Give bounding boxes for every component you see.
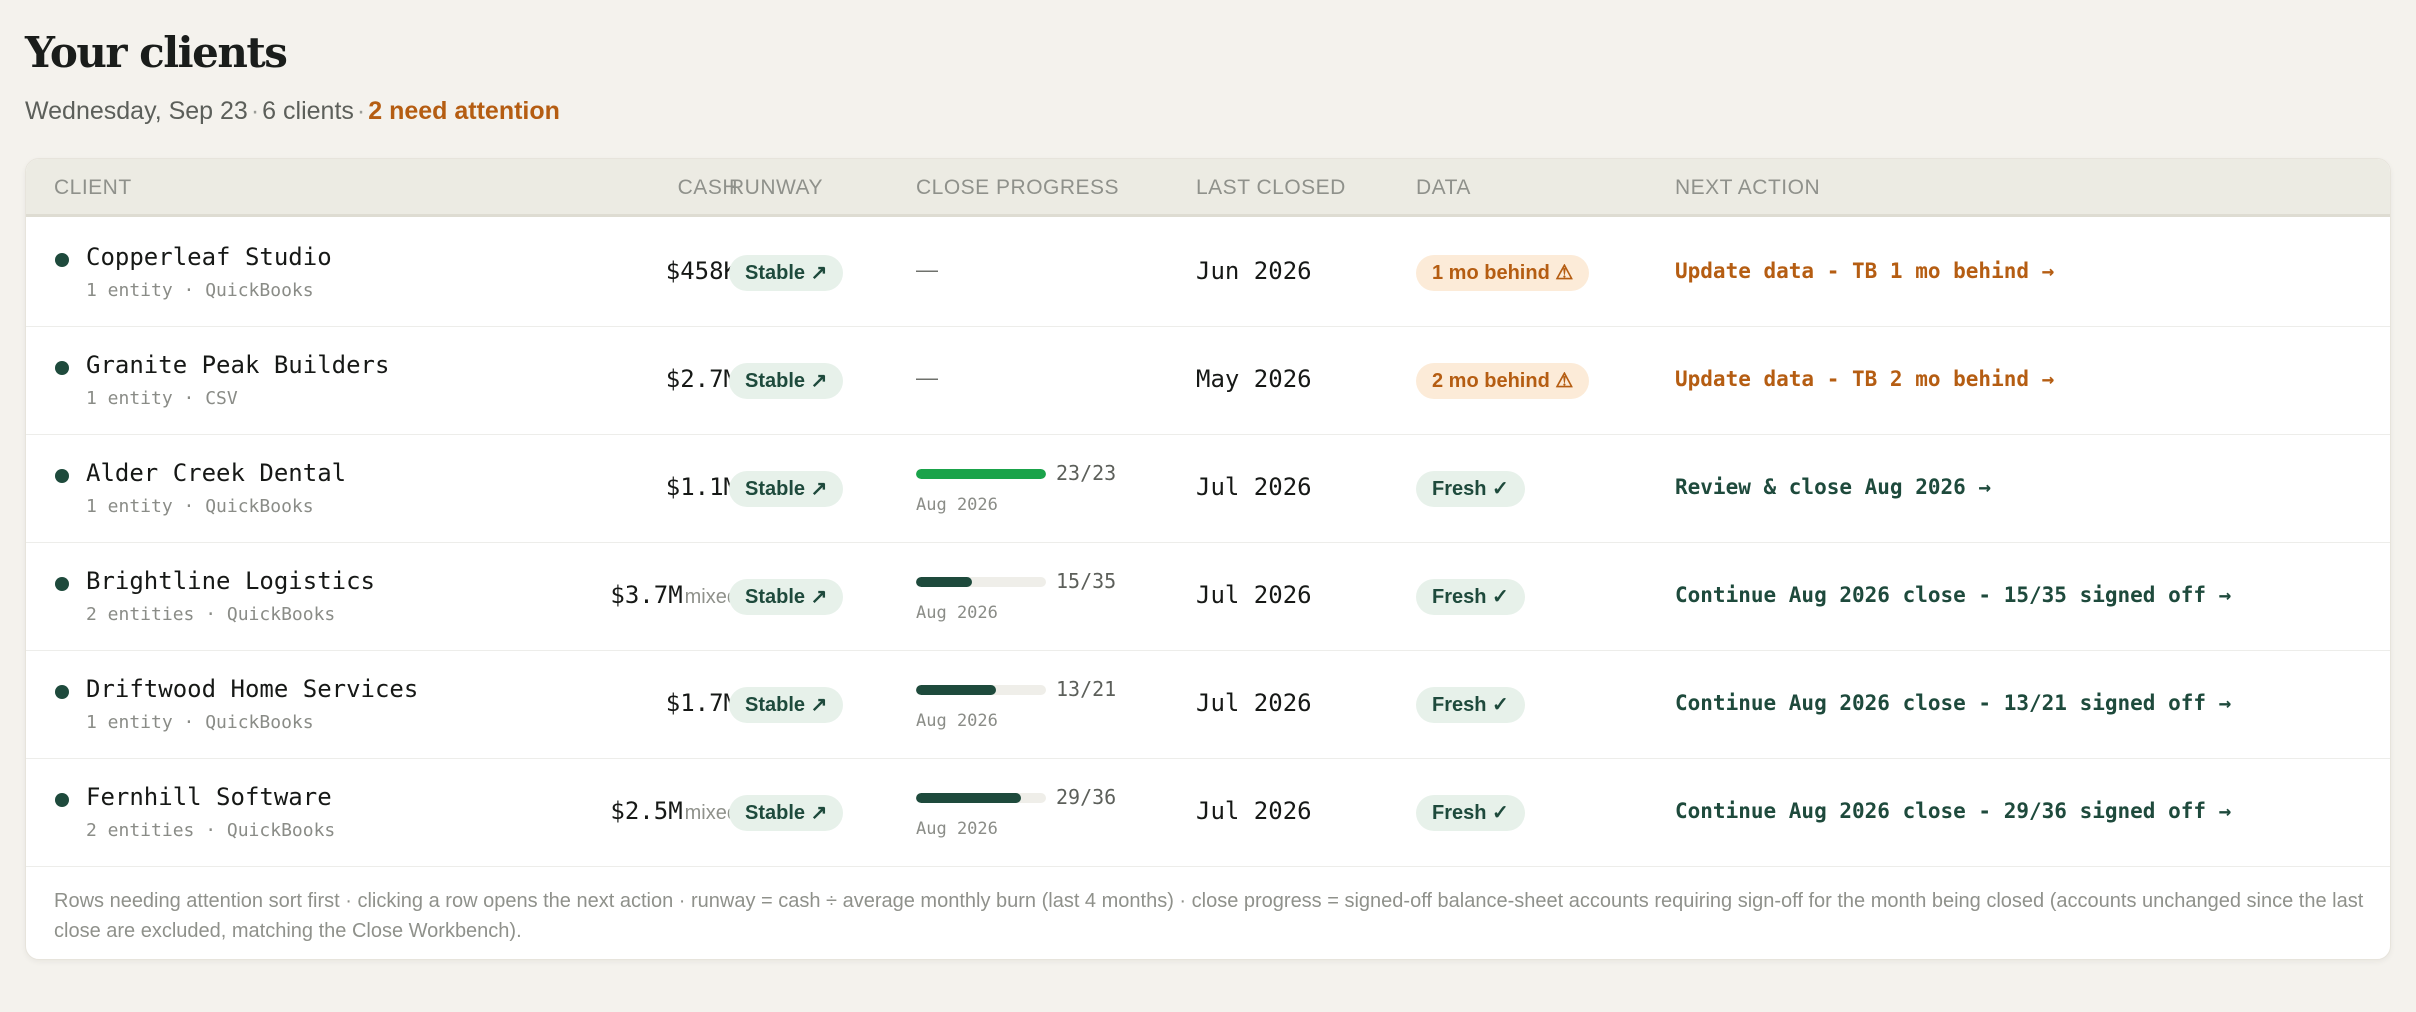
client-meta: 2 entities · QuickBooks: [86, 820, 336, 841]
cash-cell: $1.1M: [666, 473, 738, 501]
client-meta: 2 entities · QuickBooks: [86, 604, 336, 625]
header-client[interactable]: CLIENT: [54, 176, 132, 200]
close-progress-month: Aug 2026: [916, 495, 998, 515]
runway-badge: Stable ↗: [729, 687, 844, 723]
data-status-badge: Fresh ✓: [1416, 579, 1525, 615]
table-row[interactable]: Brightline Logistics 2 entities · QuickBo…: [26, 543, 2390, 651]
last-closed: Jul 2026: [1196, 473, 1312, 501]
next-action-link[interactable]: Update data - TB 2 mo behind →: [1675, 367, 2054, 391]
table-row[interactable]: Alder Creek Dental 1 entity · QuickBooks $…: [26, 435, 2390, 543]
data-status-badge: Fresh ✓: [1416, 795, 1525, 831]
close-progress-fill: [916, 685, 997, 695]
cash-value: $1.1M: [665, 473, 738, 501]
close-progress-count: 15/35: [1056, 569, 1117, 593]
data-status-badge: Fresh ✓: [1416, 687, 1525, 723]
table-row[interactable]: Copperleaf Studio 1 entity · QuickBooks $4…: [26, 219, 2390, 327]
client-meta: 1 entity · CSV: [86, 388, 238, 409]
data-status-badge: 1 mo behind ⚠: [1416, 255, 1590, 291]
client-count: 6 clients: [262, 97, 354, 125]
table-header: CLIENT CASH RUNWAY CLOSE PROGRESS LAST C…: [26, 159, 2390, 217]
close-progress-month: Aug 2026: [916, 603, 998, 623]
cash-value: $2.7M: [665, 365, 738, 393]
status-dot-icon: [55, 793, 69, 807]
cash-value: $1.7M: [665, 689, 738, 717]
client-meta: 1 entity · QuickBooks: [86, 712, 314, 733]
runway-badge: Stable ↗: [729, 579, 844, 615]
close-progress-count: 23/23: [1056, 461, 1117, 485]
header-runway[interactable]: RUNWAY: [729, 176, 823, 200]
table-row[interactable]: Driftwood Home Services 1 entity · QuickB…: [26, 651, 2390, 759]
close-progress-bar: [916, 685, 1046, 695]
close-progress-count: 13/21: [1056, 677, 1117, 701]
client-name[interactable]: Alder Creek Dental: [86, 459, 346, 487]
table-row[interactable]: Granite Peak Builders 1 entity · CSV $2.7M…: [26, 327, 2390, 435]
cash-cell: $458K: [666, 257, 738, 285]
runway-badge: Stable ↗: [729, 471, 844, 507]
client-name[interactable]: Granite Peak Builders: [86, 351, 389, 379]
close-progress-bar: [916, 793, 1046, 803]
data-status-badge: Fresh ✓: [1416, 471, 1525, 507]
cash-cell: $3.7M mixed: [610, 581, 738, 609]
next-action-link[interactable]: Continue Aug 2026 close - 13/21 signed o…: [1675, 691, 2231, 715]
status-dot-icon: [55, 253, 69, 267]
next-action-link[interactable]: Update data - TB 1 mo behind →: [1675, 259, 2054, 283]
next-action-link[interactable]: Continue Aug 2026 close - 29/36 signed o…: [1675, 799, 2231, 823]
status-dot-icon: [55, 685, 69, 699]
close-progress-empty: —: [916, 257, 938, 282]
next-action-link[interactable]: Continue Aug 2026 close - 15/35 signed o…: [1675, 583, 2231, 607]
cash-value: $2.5M: [610, 797, 683, 825]
close-progress-month: Aug 2026: [916, 711, 998, 731]
current-date: Wednesday, Sep 23: [25, 97, 248, 125]
clients-table: CLIENT CASH RUNWAY CLOSE PROGRESS LAST C…: [25, 158, 2391, 960]
last-closed: May 2026: [1196, 365, 1312, 393]
header-data[interactable]: DATA: [1416, 176, 1471, 200]
next-action-link[interactable]: Review & close Aug 2026 →: [1675, 475, 1991, 499]
table-row[interactable]: Fernhill Software 2 entities · QuickBooks…: [26, 759, 2390, 867]
cash-cell: $2.7M: [666, 365, 738, 393]
close-progress-month: Aug 2026: [916, 819, 998, 839]
attention-count[interactable]: 2 need attention: [368, 97, 560, 125]
table-footnote: Rows needing attention sort first · clic…: [54, 890, 2364, 942]
cash-value: $458K: [665, 257, 738, 285]
last-closed: Jul 2026: [1196, 689, 1312, 717]
client-name[interactable]: Copperleaf Studio: [86, 243, 332, 271]
runway-badge: Stable ↗: [729, 363, 844, 399]
close-progress-fill: [916, 577, 972, 587]
close-progress-fill: [916, 469, 1046, 479]
separator: ·: [356, 97, 366, 125]
header-close-progress[interactable]: CLOSE PROGRESS: [916, 176, 1119, 200]
client-name[interactable]: Brightline Logistics: [86, 567, 375, 595]
last-closed: Jun 2026: [1196, 257, 1312, 285]
last-closed: Jul 2026: [1196, 797, 1312, 825]
close-progress-bar: [916, 577, 1046, 587]
header-last-closed[interactable]: LAST CLOSED: [1196, 176, 1346, 200]
page-subtitle: Wednesday, Sep 23 · 6 clients · 2 need atten…: [25, 97, 560, 126]
runway-badge: Stable ↗: [729, 255, 844, 291]
page-title: Your clients: [25, 28, 288, 77]
client-meta: 1 entity · QuickBooks: [86, 496, 314, 517]
header-next-action[interactable]: NEXT ACTION: [1675, 176, 1820, 200]
close-progress-fill: [916, 793, 1021, 803]
last-closed: Jul 2026: [1196, 581, 1312, 609]
close-progress-bar: [916, 469, 1046, 479]
runway-badge: Stable ↗: [729, 795, 844, 831]
client-meta: 1 entity · QuickBooks: [86, 280, 314, 301]
close-progress-empty: —: [916, 365, 938, 390]
cash-cell: $2.5M mixed: [610, 797, 738, 825]
client-name[interactable]: Fernhill Software: [86, 783, 332, 811]
status-dot-icon: [55, 577, 69, 591]
data-status-badge: 2 mo behind ⚠: [1416, 363, 1590, 399]
cash-value: $3.7M: [610, 581, 683, 609]
client-name[interactable]: Driftwood Home Services: [86, 675, 418, 703]
status-dot-icon: [55, 361, 69, 375]
separator: ·: [250, 97, 260, 125]
close-progress-count: 29/36: [1056, 785, 1117, 809]
cash-cell: $1.7M: [666, 689, 738, 717]
status-dot-icon: [55, 469, 69, 483]
